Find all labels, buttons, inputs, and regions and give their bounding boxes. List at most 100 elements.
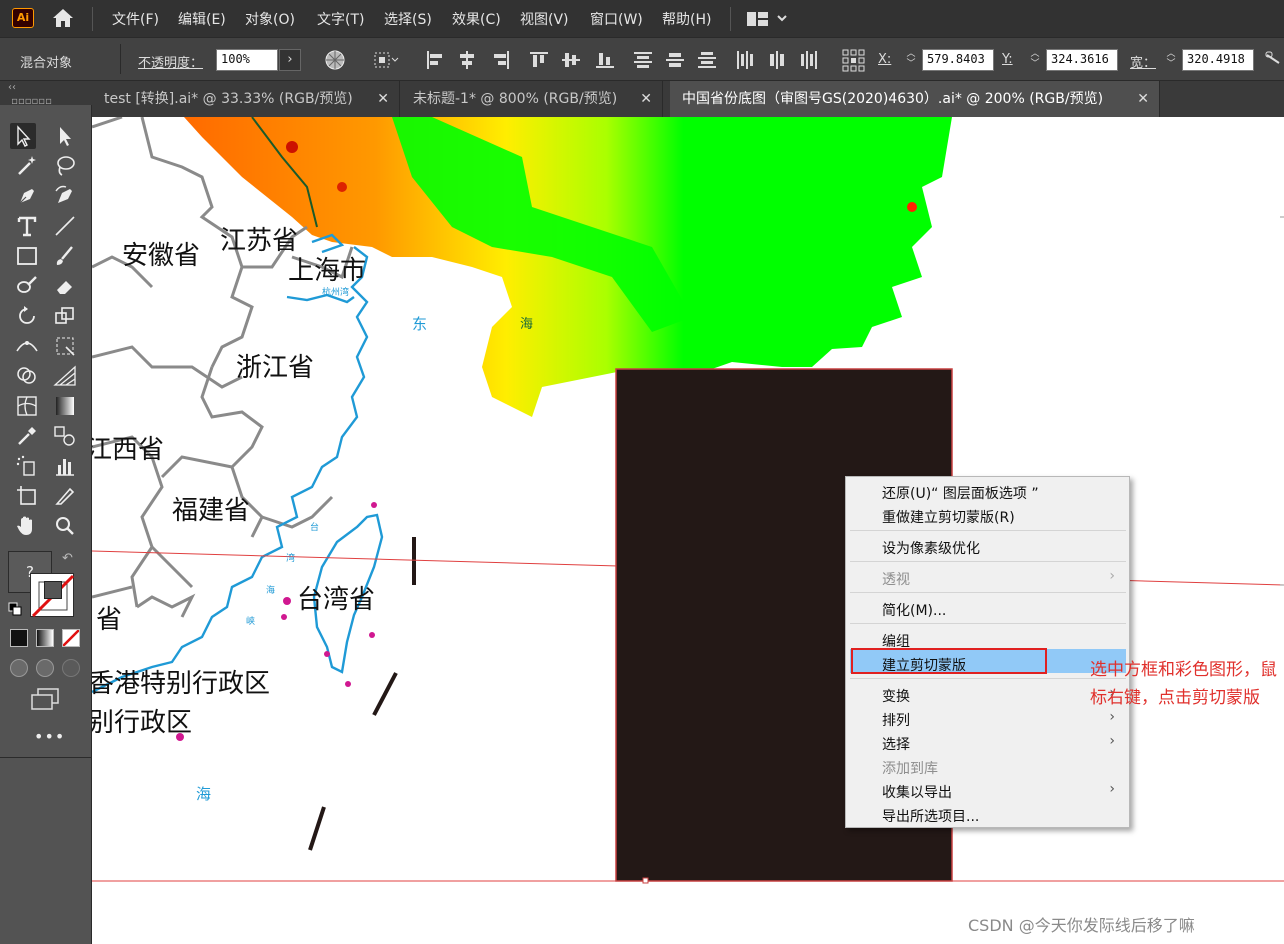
width-input[interactable]: 320.4918 xyxy=(1182,49,1254,71)
object-type-label: 混合对象 xyxy=(20,56,73,71)
blend-tool-icon[interactable] xyxy=(52,423,78,449)
menu-item-simplify[interactable]: 简化(M)... xyxy=(882,600,946,620)
width-tool-icon[interactable] xyxy=(14,333,40,359)
menu-select[interactable]: 选择(S) xyxy=(384,9,432,29)
recolor-artwork-icon[interactable] xyxy=(324,49,346,71)
edit-toolbar-icon[interactable]: ••• xyxy=(34,727,65,746)
perspective-grid-tool-icon[interactable] xyxy=(52,363,78,389)
color-mode-icon[interactable] xyxy=(10,629,28,647)
align-left-icon[interactable] xyxy=(424,49,446,71)
gradient-tool-icon[interactable] xyxy=(52,393,78,419)
distribute-vertical-center-icon[interactable] xyxy=(664,49,686,71)
selection-tool-icon[interactable] xyxy=(10,123,36,149)
lasso-tool-icon[interactable] xyxy=(52,153,78,179)
document-tab[interactable]: test [转换].ai* @ 33.33% (RGB/预览) ✕ xyxy=(92,81,400,117)
terrain-dot xyxy=(286,141,298,153)
align-right-icon[interactable] xyxy=(490,49,512,71)
screen-mode-icon[interactable] xyxy=(30,687,60,711)
rectangle-tool-icon[interactable] xyxy=(14,243,40,269)
align-top-icon[interactable] xyxy=(528,49,550,71)
zoom-tool-icon[interactable] xyxy=(52,513,78,539)
opacity-dropdown-chevron-icon[interactable]: › xyxy=(279,49,301,71)
document-tab[interactable]: 未标题-1* @ 800% (RGB/预览) ✕ xyxy=(401,81,663,117)
opacity-input[interactable]: 100% xyxy=(216,49,278,71)
draw-inside-icon[interactable] xyxy=(62,659,80,677)
column-graph-tool-icon[interactable] xyxy=(52,453,78,479)
menu-item-transform[interactable]: 变换 xyxy=(882,686,910,706)
close-tab-icon[interactable]: ✕ xyxy=(1137,81,1149,117)
rotate-tool-icon[interactable] xyxy=(14,303,40,329)
menu-item-collect-for-export[interactable]: 收集以导出 xyxy=(882,782,952,802)
none-mode-icon[interactable] xyxy=(62,629,80,647)
menu-item-export-selection[interactable]: 导出所选项目... xyxy=(882,806,979,826)
menu-window[interactable]: 窗口(W) xyxy=(590,9,643,29)
symbol-sprayer-tool-icon[interactable] xyxy=(14,453,40,479)
tab-label: 中国省份底图（审图号GS(2020)4630）.ai* @ 200% (RGB/… xyxy=(682,91,1104,107)
slice-tool-icon[interactable] xyxy=(52,483,78,509)
menu-help[interactable]: 帮助(H) xyxy=(662,9,711,29)
menu-item-perspective: 透视 xyxy=(882,572,910,588)
distribute-horizontal-center-icon[interactable] xyxy=(766,49,788,71)
menu-item-undo[interactable]: 还原(U)“ 图层面板选项 ” xyxy=(882,483,1039,503)
menu-separator xyxy=(730,7,731,31)
mesh-tool-icon[interactable] xyxy=(14,393,40,419)
y-stepper-icon[interactable]: ︿ ﹀ xyxy=(1026,49,1044,71)
free-transform-tool-icon[interactable] xyxy=(52,333,78,359)
y-input[interactable]: 324.3616 xyxy=(1046,49,1118,71)
align-to-selection-icon[interactable] xyxy=(372,49,399,71)
menu-separator xyxy=(850,623,1126,624)
workspace-switcher-icon[interactable] xyxy=(746,10,792,32)
menu-effect[interactable]: 效果(C) xyxy=(452,9,501,29)
menu-edit[interactable]: 编辑(E) xyxy=(178,9,226,29)
distribute-top-icon[interactable] xyxy=(632,49,654,71)
align-bottom-icon[interactable] xyxy=(594,49,616,71)
menu-object[interactable]: 对象(O) xyxy=(245,9,295,29)
paintbrush-tool-icon[interactable] xyxy=(52,243,78,269)
draw-normal-icon[interactable] xyxy=(10,659,28,677)
anchor-point[interactable] xyxy=(642,877,649,884)
menu-view[interactable]: 视图(V) xyxy=(520,9,569,29)
pen-tool-icon[interactable] xyxy=(14,183,40,209)
x-label: X: xyxy=(878,52,892,67)
align-horizontal-center-icon[interactable] xyxy=(456,49,478,71)
distribute-bottom-icon[interactable] xyxy=(696,49,718,71)
transform-reference-point-icon[interactable] xyxy=(842,49,865,72)
shaper-tool-icon[interactable] xyxy=(14,273,40,299)
hand-tool-icon[interactable] xyxy=(14,513,40,539)
default-fill-stroke-icon[interactable] xyxy=(8,601,22,616)
width-stepper-icon[interactable]: ︿ ﹀ xyxy=(1162,49,1180,71)
gradient-mode-icon[interactable] xyxy=(36,629,54,647)
eraser-tool-icon[interactable] xyxy=(52,273,78,299)
shape-builder-tool-icon[interactable] xyxy=(14,363,40,389)
document-tab-active[interactable]: 中国省份底图（审图号GS(2020)4630）.ai* @ 200% (RGB/… xyxy=(670,81,1160,117)
constrain-proportions-icon[interactable] xyxy=(1264,49,1284,71)
distribute-right-icon[interactable] xyxy=(798,49,820,71)
align-vertical-center-icon[interactable] xyxy=(560,49,582,71)
menu-separator xyxy=(850,678,1126,679)
artboard-tool-icon[interactable] xyxy=(14,483,40,509)
menu-item-pixel-optimize[interactable]: 设为像素级优化 xyxy=(882,538,980,558)
type-tool-icon[interactable] xyxy=(14,213,40,239)
menu-item-arrange[interactable]: 排列 xyxy=(882,710,910,730)
draw-behind-icon[interactable] xyxy=(36,659,54,677)
scale-tool-icon[interactable] xyxy=(52,303,78,329)
swap-fill-stroke-icon[interactable]: ↶ xyxy=(62,551,73,566)
menu-type[interactable]: 文字(T) xyxy=(317,9,364,29)
magic-wand-tool-icon[interactable] xyxy=(14,153,40,179)
terrain-dot xyxy=(337,182,347,192)
direct-selection-tool-icon[interactable] xyxy=(52,123,78,149)
close-tab-icon[interactable]: ✕ xyxy=(377,81,389,117)
curvature-tool-icon[interactable] xyxy=(52,183,78,209)
home-icon[interactable] xyxy=(50,7,76,33)
menu-file[interactable]: 文件(F) xyxy=(112,9,159,29)
submenu-arrow-icon: › xyxy=(1109,781,1115,797)
distribute-left-icon[interactable] xyxy=(734,49,756,71)
line-segment-tool-icon[interactable] xyxy=(52,213,78,239)
x-stepper-icon[interactable]: ︿ ﹀ xyxy=(902,49,920,71)
menu-item-select[interactable]: 选择 xyxy=(882,734,910,754)
eyedropper-tool-icon[interactable] xyxy=(14,423,40,449)
x-input[interactable]: 579.8403 xyxy=(922,49,994,71)
close-tab-icon[interactable]: ✕ xyxy=(640,81,652,117)
menu-item-redo[interactable]: 重做建立剪切蒙版(R) xyxy=(882,507,1015,527)
panel-grip[interactable]: ‹‹ ▫▫▫▫▫▫ xyxy=(0,81,92,107)
